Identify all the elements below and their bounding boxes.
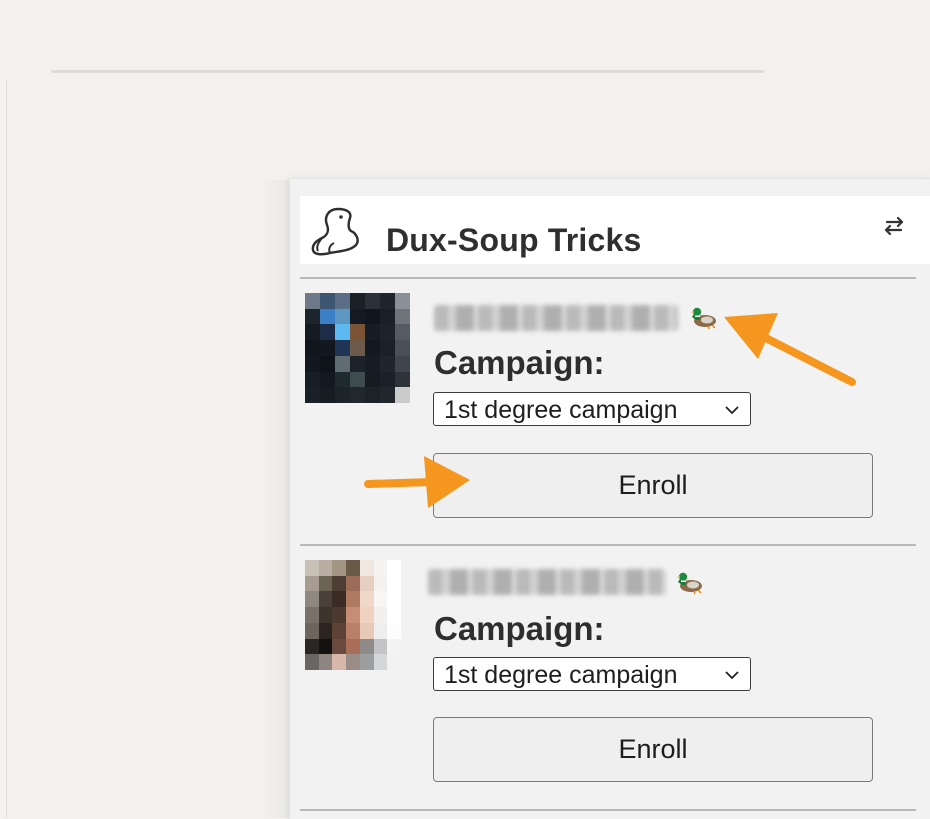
profile-avatar <box>305 560 401 670</box>
campaign-select[interactable]: 1st degree campaign <box>433 392 751 426</box>
campaign-label: Campaign: <box>434 344 605 381</box>
panel-title: Dux-Soup Tricks <box>386 222 642 258</box>
panel-header: Dux-Soup Tricks <box>300 196 930 264</box>
campaign-label: Campaign: <box>434 610 605 647</box>
profile-name-blurred[interactable] <box>434 305 678 331</box>
chevron-down-icon <box>725 406 739 415</box>
enroll-button[interactable]: Enroll <box>433 717 873 782</box>
page-divider <box>51 70 764 73</box>
section-divider <box>300 544 916 546</box>
profile-avatar <box>305 293 410 403</box>
profile-name-blurred[interactable] <box>428 569 666 595</box>
page-edge <box>0 80 7 818</box>
swap-arrows-icon[interactable] <box>882 215 906 237</box>
chevron-down-icon <box>725 671 739 680</box>
panel-shadow <box>262 180 292 818</box>
dux-soup-panel: Dux-Soup Tricks Campaign: 1st degree cam… <box>289 178 930 819</box>
section-divider <box>300 809 916 811</box>
section-divider <box>300 277 916 279</box>
mallard-duck-icon <box>677 572 702 595</box>
campaign-select-value: 1st degree campaign <box>444 661 678 689</box>
campaign-select-value: 1st degree campaign <box>444 396 678 424</box>
campaign-select[interactable]: 1st degree campaign <box>433 657 751 691</box>
mallard-duck-icon <box>691 307 716 330</box>
duck-head-outline-icon <box>311 207 359 256</box>
enroll-button[interactable]: Enroll <box>433 453 873 518</box>
